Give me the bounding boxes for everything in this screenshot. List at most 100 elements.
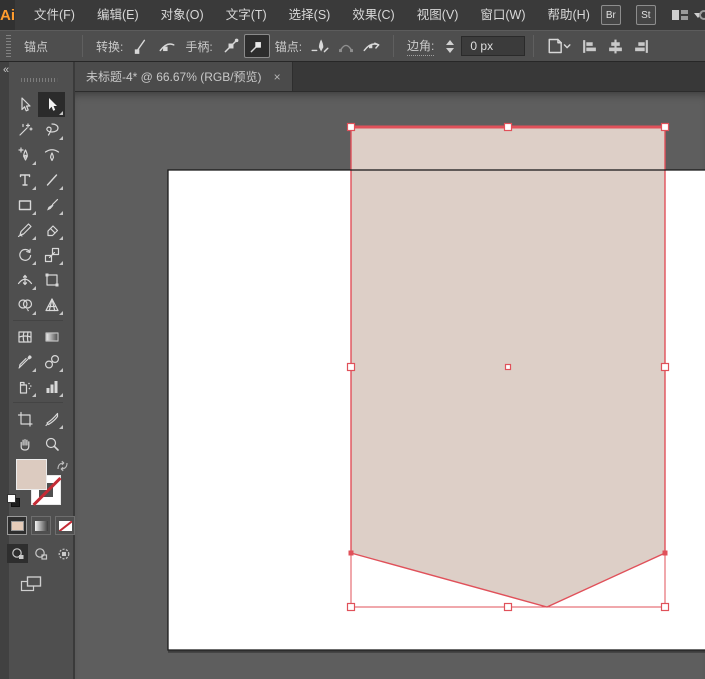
menu-type[interactable]: 文字(T) [215, 0, 278, 30]
paintbrush-tool[interactable] [38, 192, 65, 217]
menu-effect[interactable]: 效果(C) [341, 0, 405, 30]
mesh-tool[interactable] [11, 324, 38, 349]
none-button[interactable] [55, 516, 75, 535]
corner-stepper[interactable] [443, 39, 457, 53]
eraser-tool[interactable] [38, 217, 65, 242]
bridge-button[interactable]: Br [600, 5, 621, 25]
show-handles-button[interactable] [218, 34, 244, 58]
screen-mode-button[interactable] [17, 572, 45, 596]
align-left-button[interactable] [576, 34, 602, 58]
shape-builder-tool[interactable] [11, 292, 38, 317]
document-tab[interactable]: 未标题-4* @ 66.67% (RGB/预览) × [75, 62, 293, 91]
tool-grid [11, 92, 65, 456]
menu-help[interactable]: 帮助(H) [537, 0, 601, 30]
scale-tool[interactable] [38, 242, 65, 267]
workspace-switcher[interactable] [671, 8, 702, 22]
zoom-tool[interactable] [38, 431, 65, 456]
align-center-icon [609, 39, 622, 53]
menu-edit[interactable]: 编辑(E) [86, 0, 150, 30]
gradient-tool[interactable] [38, 324, 65, 349]
document-options-button[interactable] [542, 34, 576, 58]
corner-label[interactable]: 边角: [407, 37, 435, 56]
document-tab-bar: 未标题-4* @ 66.67% (RGB/预览) × [75, 62, 705, 92]
blend-tool[interactable] [38, 349, 65, 374]
artwork-layer [167, 122, 705, 653]
collapse-panel-button[interactable]: « [3, 64, 9, 76]
handles-label: 手柄: [185, 39, 213, 54]
remove-anchor-button[interactable] [307, 34, 333, 58]
menu-file[interactable]: 文件(F) [23, 0, 86, 30]
draw-behind-button[interactable] [30, 544, 51, 563]
anchor-point[interactable] [662, 550, 668, 556]
direct-selection-tool[interactable] [38, 92, 65, 117]
tab-close-icon[interactable]: × [274, 71, 281, 83]
align-left-icon [583, 39, 596, 53]
perspective-grid-tool[interactable] [38, 292, 65, 317]
handle-top-center[interactable] [503, 122, 513, 132]
magic-wand-tool[interactable] [11, 117, 38, 142]
handle-top-right[interactable] [660, 122, 670, 132]
slice-tool[interactable] [38, 406, 65, 431]
gradient-button[interactable] [31, 516, 51, 535]
convert-to-corner-button[interactable] [128, 34, 154, 58]
handle-mid-right[interactable] [660, 362, 670, 372]
corner-group: 边角: 0 px [402, 36, 526, 56]
anchor-point[interactable] [348, 550, 354, 556]
artboard-tool[interactable] [11, 406, 38, 431]
connect-endpoints-button[interactable] [333, 34, 359, 58]
handle-mid-left[interactable] [346, 362, 356, 372]
selection-tool[interactable] [11, 92, 38, 117]
lasso-tool[interactable] [38, 117, 65, 142]
convert-to-corner-icon [135, 39, 146, 54]
width-tool[interactable] [11, 267, 38, 292]
align-right-button[interactable] [628, 34, 654, 58]
handle-top-left[interactable] [346, 122, 356, 132]
free-transform-tool[interactable] [38, 267, 65, 292]
default-fill-stroke-icon[interactable] [7, 494, 22, 509]
color-chip [10, 520, 24, 531]
rotate-tool[interactable] [11, 242, 38, 267]
align-center-button[interactable] [602, 34, 628, 58]
type-tool[interactable] [11, 167, 38, 192]
menu-view[interactable]: 视图(V) [406, 0, 470, 30]
panel-grip-icon[interactable] [20, 78, 57, 82]
menu-object[interactable]: 对象(O) [150, 0, 215, 30]
shaper-tool[interactable] [11, 217, 38, 242]
draw-normal-button[interactable] [7, 544, 28, 563]
eyedropper-tool[interactable] [11, 349, 38, 374]
hide-handles-icon [250, 42, 261, 53]
divider [393, 35, 395, 57]
object-center-point[interactable] [504, 363, 512, 371]
divider [82, 35, 84, 57]
hand-tool[interactable] [11, 431, 38, 456]
convert-to-smooth-button[interactable] [154, 34, 180, 58]
line-segment-tool[interactable] [38, 167, 65, 192]
curvature-tool[interactable] [38, 142, 65, 167]
stock-button[interactable]: St [635, 5, 656, 25]
menu-window[interactable]: 窗口(W) [469, 0, 536, 30]
handle-bottom-left[interactable] [346, 602, 356, 612]
panel-grip-icon[interactable] [6, 35, 11, 57]
color-button[interactable] [7, 516, 27, 535]
symbol-sprayer-tool[interactable] [11, 374, 38, 399]
remove-anchor-icon [311, 39, 329, 53]
handle-bottom-right[interactable] [660, 602, 670, 612]
menu-right-cluster: Br St [600, 5, 705, 25]
fill-swatch[interactable] [16, 459, 47, 490]
control-bar: 锚点 转换: 手柄: 锚点: 边角: 0 px [0, 30, 705, 62]
clipped-search-icon [699, 10, 705, 20]
hide-handles-button[interactable] [243, 34, 270, 58]
rectangle-tool[interactable] [11, 192, 38, 217]
column-graph-tool[interactable] [38, 374, 65, 399]
cut-path-button[interactable] [359, 34, 385, 58]
menu-items: 文件(F) 编辑(E) 对象(O) 文字(T) 选择(S) 效果(C) 视图(V… [23, 0, 601, 30]
handle-bottom-center[interactable] [503, 602, 513, 612]
menu-select[interactable]: 选择(S) [278, 0, 342, 30]
pen-tool[interactable] [11, 142, 38, 167]
swap-fill-stroke-icon[interactable] [56, 460, 69, 475]
draw-inside-button[interactable] [53, 544, 74, 563]
step-down-icon [446, 47, 455, 53]
corner-radius-input[interactable]: 0 px [461, 36, 526, 56]
swatch-type-buttons [7, 516, 75, 535]
canvas-area[interactable] [75, 92, 705, 679]
